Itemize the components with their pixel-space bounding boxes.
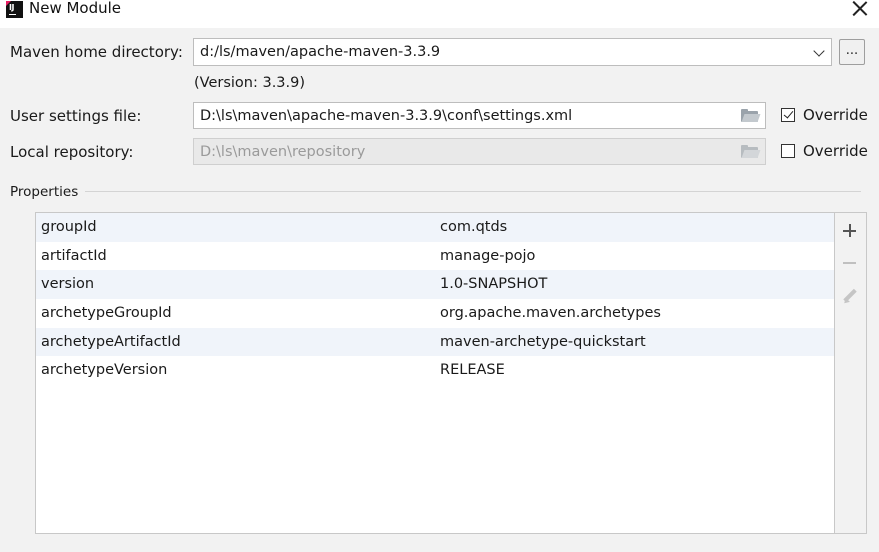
window-title: New Module [29,0,122,17]
table-row[interactable]: archetypeArtifactId maven-archetype-quic… [36,327,834,357]
property-value[interactable]: org.apache.maven.archetypes [440,299,661,328]
title-bar [0,0,879,28]
properties-toolbar [835,212,867,534]
minus-icon[interactable] [843,256,857,270]
property-key: artifactId [41,247,107,264]
edit-icon[interactable] [842,288,858,306]
user-settings-field[interactable]: D:\ls\maven\apache-maven-3.3.9\conf\sett… [193,102,766,129]
table-row[interactable]: archetypeVersion RELEASE [36,356,834,385]
table-row[interactable]: archetypeGroupId org.apache.maven.archet… [36,299,834,328]
properties-section-label: Properties [10,184,79,200]
close-icon[interactable] [852,0,868,16]
user-settings-label: User settings file: [10,107,142,125]
property-key: groupId [41,219,97,235]
property-value[interactable]: maven-archetype-quickstart [440,328,646,357]
user-settings-override-label: Override [803,106,868,124]
maven-version-text: (Version: 3.3.9) [194,75,306,91]
table-row[interactable]: groupId com.qtds [36,213,834,242]
property-value[interactable]: 1.0-SNAPSHOT [440,270,547,299]
property-key: archetypeGroupId [41,305,172,322]
chevron-down-icon[interactable] [813,45,825,57]
property-value[interactable]: manage-pojo [440,242,535,271]
properties-table[interactable]: groupId com.qtds artifactId manage-pojo … [35,212,835,534]
plus-icon[interactable] [843,224,857,238]
property-value[interactable]: com.qtds [440,213,507,242]
local-repo-field: D:\ls\maven\repository [193,138,766,165]
browse-button[interactable]: ... [839,39,865,65]
local-repo-label: Local repository: [10,143,134,161]
user-settings-override-checkbox[interactable] [781,108,795,122]
folder-icon [741,145,761,158]
maven-home-label: Maven home directory: [10,43,183,61]
section-divider [85,191,861,192]
maven-home-combo[interactable]: d:/ls/maven/apache-maven-3.3.9 [193,38,832,66]
property-key: archetypeArtifactId [41,333,181,350]
property-key: version [41,276,95,293]
table-row[interactable]: artifactId manage-pojo [36,242,834,271]
maven-home-value: d:/ls/maven/apache-maven-3.3.9 [200,44,441,60]
local-repo-override-checkbox[interactable] [781,144,795,158]
folder-icon[interactable] [741,109,761,122]
property-value[interactable]: RELEASE [440,356,505,385]
local-repo-value: D:\ls\maven\repository [200,144,366,160]
user-settings-value: D:\ls\maven\apache-maven-3.3.9\conf\sett… [200,108,573,124]
intellij-logo-icon: IJ [6,1,23,18]
property-key: archetypeVersion [41,362,168,379]
table-row[interactable]: version 1.0-SNAPSHOT [36,270,834,300]
local-repo-override-label: Override [803,142,868,160]
